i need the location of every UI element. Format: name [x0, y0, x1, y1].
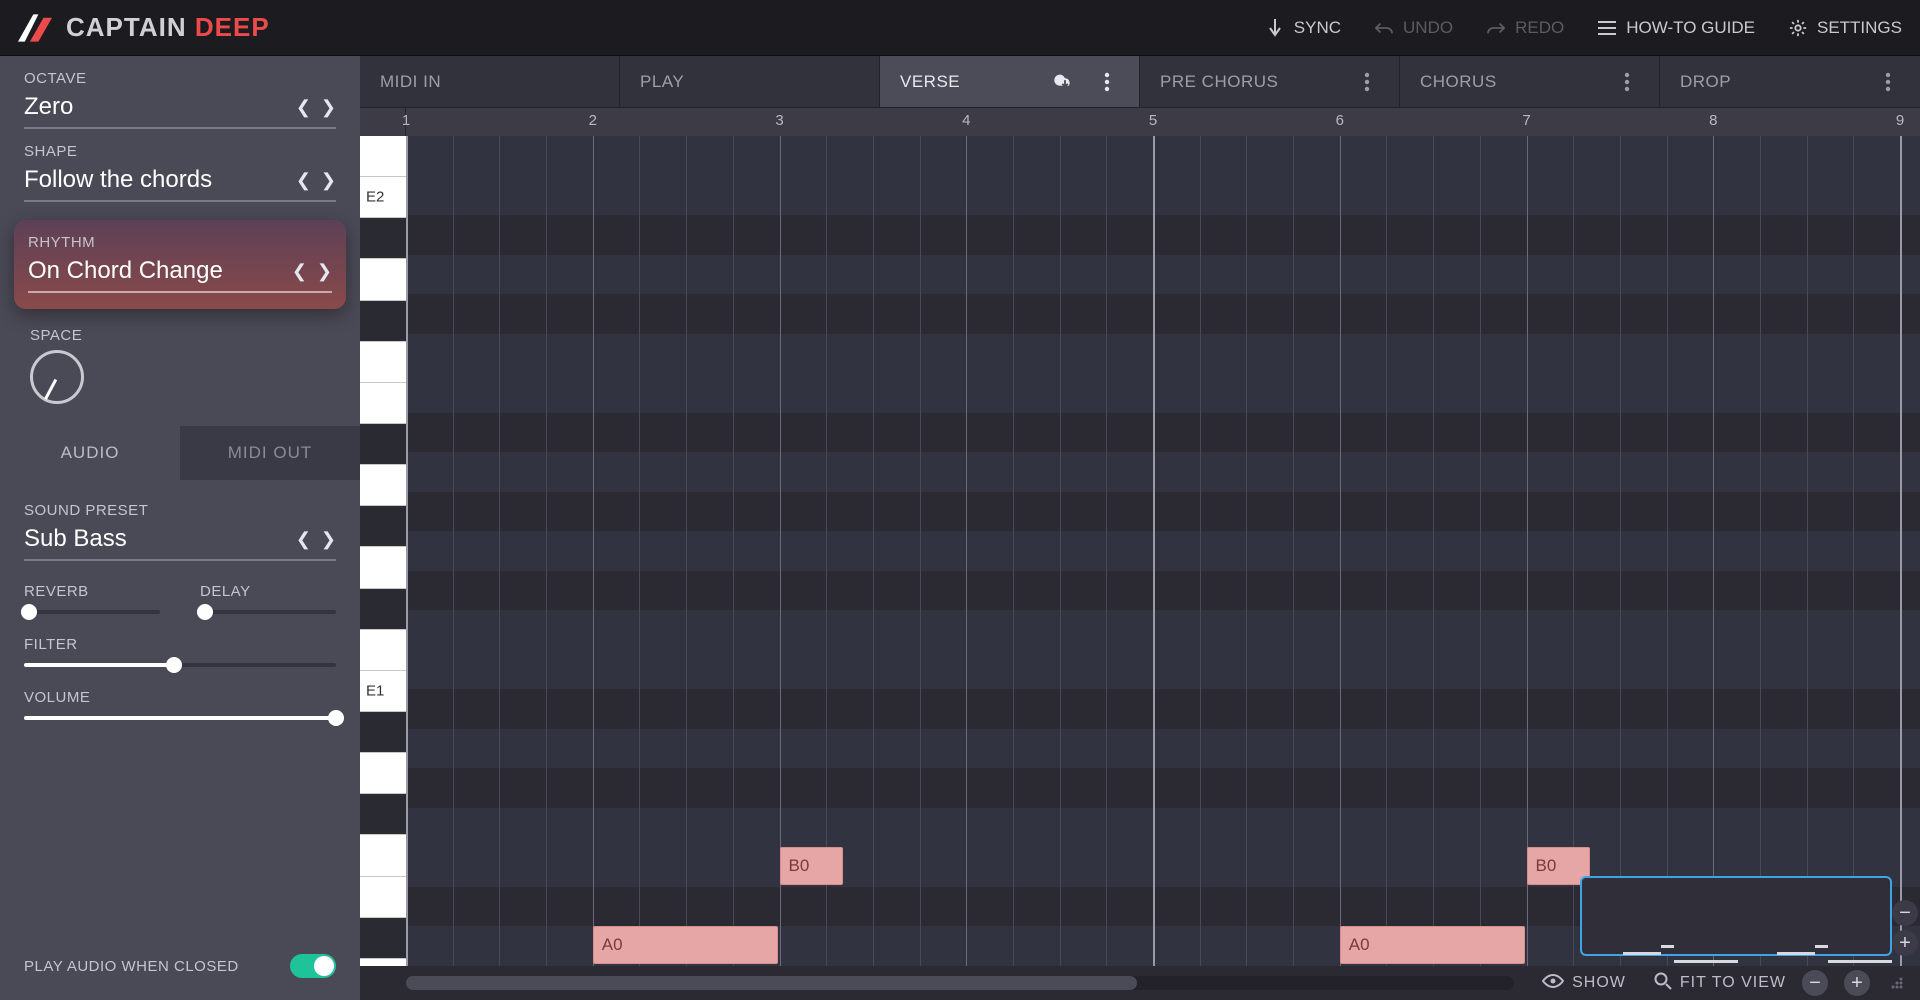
space-label: SPACE — [30, 327, 336, 344]
sound-preset-param: SOUND PRESET Sub Bass ❮ ❯ — [24, 502, 336, 561]
sidebar: OCTAVE Zero ❮ ❯ SHAPE Follow the chords … — [0, 56, 360, 1000]
shape-prev[interactable]: ❮ — [296, 170, 311, 191]
rhythm-label: RHYTHM — [28, 234, 332, 251]
tab-menu-icon[interactable] — [1876, 70, 1900, 94]
search-icon — [1654, 972, 1672, 995]
rhythm-param: RHYTHM On Chord Change ❮ ❯ — [14, 220, 346, 309]
space-param: SPACE — [0, 309, 360, 426]
sync-button[interactable]: SYNC — [1266, 18, 1341, 38]
sync-icon — [1266, 19, 1284, 37]
undo-button[interactable]: UNDO — [1375, 18, 1453, 38]
redo-button[interactable]: REDO — [1487, 18, 1564, 38]
main: MIDI IN PLAY VERSE PRE CHORUS CHORUS — [360, 56, 1920, 1000]
shape-next[interactable]: ❯ — [321, 170, 336, 191]
octave-prev[interactable]: ❮ — [296, 97, 311, 118]
resize-grip-icon[interactable] — [1888, 974, 1906, 992]
tab-menu-icon[interactable] — [1095, 70, 1119, 94]
tab-menu-icon[interactable] — [1615, 70, 1639, 94]
filter-slider[interactable] — [24, 663, 336, 667]
redo-icon — [1487, 19, 1505, 37]
tab-drop[interactable]: DROP — [1660, 56, 1920, 107]
tab-midi-out[interactable]: MIDI OUT — [180, 426, 360, 480]
timeline-ruler[interactable]: 123456789 — [360, 108, 1920, 136]
cloud-download-icon[interactable] — [1053, 70, 1077, 94]
shape-value[interactable]: Follow the chords — [24, 166, 212, 194]
sound-preset-label: SOUND PRESET — [24, 502, 336, 519]
shape-label: SHAPE — [24, 143, 336, 160]
piano-roll[interactable]: E2E1 E0A0B0G0E0A0B0G0 — [360, 136, 1920, 1000]
bottom-bar: SHOW FIT TO VIEW − + — [360, 966, 1920, 1000]
octave-param: OCTAVE Zero ❮ ❯ — [0, 56, 360, 129]
filter-label: FILTER — [24, 636, 336, 653]
undo-icon — [1375, 19, 1393, 37]
eye-icon — [1542, 974, 1564, 993]
octave-label: OCTAVE — [24, 70, 336, 87]
show-button[interactable]: SHOW — [1542, 974, 1626, 993]
volume-slider[interactable] — [24, 716, 336, 720]
section-tabs: MIDI IN PLAY VERSE PRE CHORUS CHORUS — [360, 56, 1920, 108]
hzoom-out[interactable]: − — [1802, 970, 1828, 996]
octave-next[interactable]: ❯ — [321, 97, 336, 118]
delay-slider[interactable] — [200, 610, 336, 614]
reverb-slider[interactable] — [24, 610, 160, 614]
h-scrollbar[interactable] — [406, 976, 1514, 990]
vertical-zoom: − + — [1886, 900, 1918, 956]
tab-pre-chorus[interactable]: PRE CHORUS — [1140, 56, 1400, 107]
delay-param: DELAY — [200, 583, 336, 614]
sound-next[interactable]: ❯ — [321, 529, 336, 550]
midi-note[interactable]: A0 — [593, 926, 778, 964]
octave-value[interactable]: Zero — [24, 93, 73, 121]
sound-prev[interactable]: ❮ — [296, 529, 311, 550]
midi-note[interactable]: B0 — [780, 847, 843, 885]
hzoom-in[interactable]: + — [1844, 970, 1870, 996]
guide-button[interactable]: HOW-TO GUIDE — [1598, 18, 1755, 38]
tab-verse[interactable]: VERSE — [880, 56, 1140, 107]
app-title: CAPTAIN DEEP — [66, 12, 270, 43]
delay-label: DELAY — [200, 583, 336, 600]
fit-button[interactable]: FIT TO VIEW — [1654, 972, 1786, 995]
tab-menu-icon[interactable] — [1355, 70, 1379, 94]
volume-label: VOLUME — [24, 689, 336, 706]
play-closed-label: PLAY AUDIO WHEN CLOSED — [24, 958, 239, 975]
header: CAPTAIN DEEP SYNC UNDO REDO HOW-TO GUIDE… — [0, 0, 1920, 56]
rhythm-prev[interactable]: ❮ — [292, 261, 307, 282]
space-knob[interactable] — [30, 350, 84, 404]
tab-play[interactable]: PLAY — [620, 56, 880, 107]
play-closed-row: PLAY AUDIO WHEN CLOSED — [24, 954, 336, 1000]
settings-button[interactable]: SETTINGS — [1789, 18, 1902, 38]
rhythm-next[interactable]: ❯ — [317, 261, 332, 282]
rhythm-value[interactable]: On Chord Change — [28, 257, 223, 285]
vzoom-out[interactable]: − — [1892, 900, 1918, 926]
filter-param: FILTER — [24, 636, 336, 667]
reverb-label: REVERB — [24, 583, 160, 600]
minimap[interactable] — [1580, 876, 1892, 956]
tab-chorus[interactable]: CHORUS — [1400, 56, 1660, 107]
logo-icon — [18, 14, 52, 42]
midi-note[interactable]: A0 — [1340, 926, 1525, 964]
tab-audio[interactable]: AUDIO — [0, 426, 180, 480]
sound-preset-value[interactable]: Sub Bass — [24, 525, 127, 553]
reverb-param: REVERB — [24, 583, 160, 614]
audio-panel: SOUND PRESET Sub Bass ❮ ❯ REVERB — [0, 480, 360, 1000]
gear-icon — [1789, 19, 1807, 37]
shape-param: SHAPE Follow the chords ❮ ❯ — [0, 129, 360, 202]
note-grid[interactable]: E0A0B0G0E0A0B0G0 — [406, 136, 1920, 1000]
piano-keys[interactable]: E2E1 — [360, 136, 406, 1000]
play-closed-toggle[interactable] — [290, 954, 336, 978]
vzoom-in[interactable]: + — [1892, 930, 1918, 956]
volume-param: VOLUME — [24, 689, 336, 720]
list-icon — [1598, 19, 1616, 37]
tab-midi-in[interactable]: MIDI IN — [360, 56, 620, 107]
io-tabs: AUDIO MIDI OUT — [0, 426, 360, 480]
